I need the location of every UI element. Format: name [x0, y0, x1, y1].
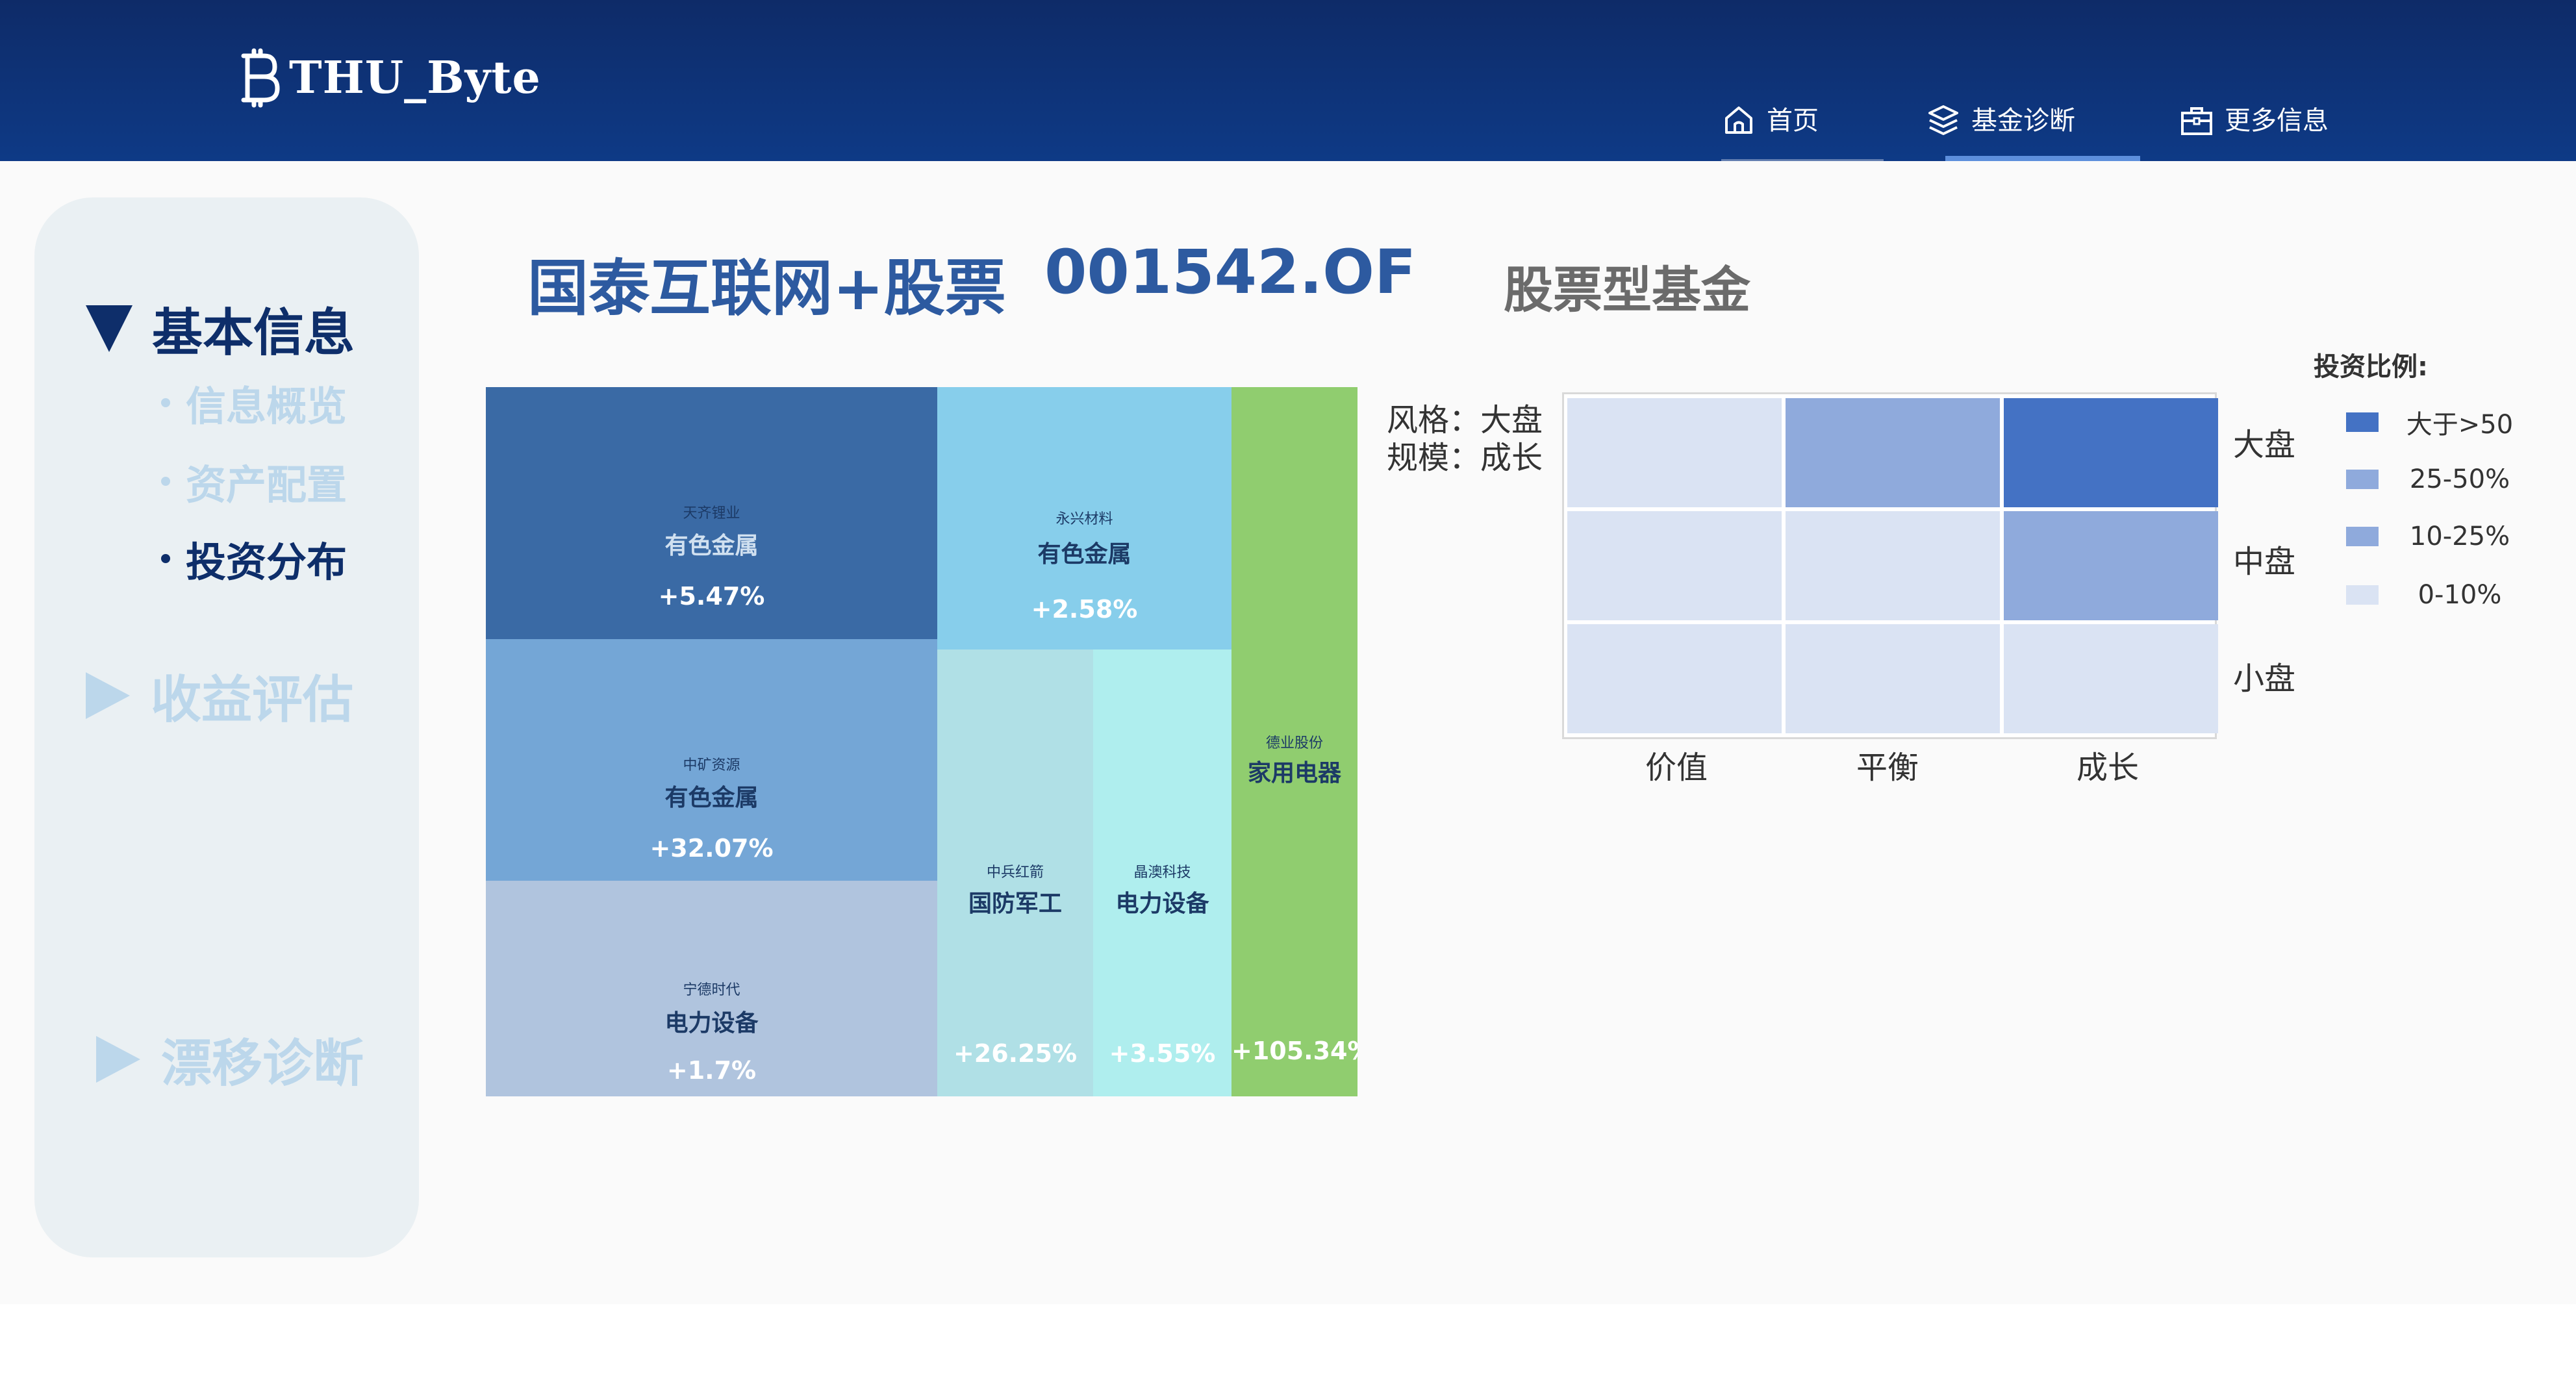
sidebar-section-label: 漂移诊断	[161, 1035, 364, 1093]
legend-label: 0-10%	[2418, 580, 2502, 610]
legend-label: 10-25%	[2409, 522, 2510, 551]
main-nav: 首页 基金诊断 更多信息	[0, 97, 2576, 161]
treemap-industry: 国防军工	[968, 890, 1062, 917]
fund-type: 股票型基金	[1504, 261, 1750, 319]
scale-label: 规模：成长	[1387, 440, 1543, 476]
treemap-company: 宁德时代	[683, 982, 740, 998]
treemap-industry: 电力设备	[1115, 890, 1209, 917]
sidebar-section-return-evaluation[interactable]: 收益评估	[86, 659, 353, 732]
holdings-treemap: 天齐锂业 有色金属 +5.47% 中矿资源 有色金属 +32.07% 宁德时代 电力设备 +1.…	[486, 387, 1357, 1096]
heatmap-col-label: 成长	[2077, 750, 2140, 786]
fund-code: 001542.OF	[1044, 237, 1417, 308]
treemap-company: 天齐锂业	[683, 505, 740, 522]
bullet-dot	[161, 477, 170, 486]
style-summary: 风格：大盘 规模：成长	[1387, 401, 1543, 477]
nav-more-info[interactable]: 更多信息	[2179, 97, 2368, 161]
legend-swatch	[2346, 470, 2379, 489]
legend-swatch	[2346, 412, 2379, 432]
legend-label: 25-50%	[2409, 464, 2510, 494]
legend-item: 大于>50	[2346, 407, 2515, 440]
treemap-cell[interactable]: 天齐锂业有色金属 +5.47%	[486, 387, 937, 639]
legend-label: 大于>50	[2406, 410, 2514, 440]
heatmap-col-label: 平衡	[1856, 750, 1919, 786]
nav-home-label: 首页	[1767, 106, 1819, 136]
heatmap-cell	[1786, 398, 2000, 507]
style-label: 风格：大盘	[1387, 402, 1543, 438]
nav-more-label: 更多信息	[2225, 106, 2329, 136]
treemap-company: 中兵红箭	[986, 864, 1044, 881]
treemap-change: +1.7%	[666, 1056, 757, 1085]
briefcase-icon	[2181, 107, 2212, 135]
heatmap-cell	[1567, 624, 1782, 733]
treemap-industry: 有色金属	[664, 533, 759, 559]
legend-item: 25-50%	[2346, 464, 2515, 495]
nav-home[interactable]: 首页	[1721, 97, 1884, 161]
top-header: THU_Byte 首页 基金诊断 更多信息	[0, 0, 2576, 161]
layers-icon	[1928, 105, 1958, 135]
triangle-right-icon	[86, 672, 130, 719]
heatmap-cell	[2004, 624, 2218, 733]
heatmap-row-label: 中盘	[2233, 544, 2296, 580]
logo-text: THU_Byte	[289, 52, 541, 104]
triangle-right-icon	[96, 1036, 140, 1083]
bullet-dot	[161, 554, 170, 563]
treemap-industry: 有色金属	[1037, 541, 1131, 568]
treemap-company: 永兴材料	[1055, 511, 1113, 527]
treemap-cell[interactable]: 永兴材料有色金属 +2.58%	[937, 387, 1231, 650]
legend-swatch	[2346, 527, 2379, 546]
legend-item: 0-10%	[2346, 579, 2515, 611]
treemap-cell[interactable]: 宁德时代电力设备 +1.7%	[486, 881, 937, 1096]
heatmap-row-label: 大盘	[2233, 427, 2296, 463]
sidebar-section-basic-info[interactable]: 基本信息	[86, 292, 355, 365]
treemap-change: +2.58%	[1031, 595, 1138, 624]
treemap-company: 德业股份	[1265, 735, 1323, 751]
nav-fund-label: 基金诊断	[1971, 106, 2075, 136]
treemap-cell[interactable]: 晶澳科技电力设备 +3.55%	[1093, 650, 1231, 1096]
treemap-cell[interactable]: 德业股份家用电器 +105.34%	[1231, 387, 1357, 1096]
sidebar-section-label: 收益评估	[151, 671, 354, 729]
nav-fund-diagnosis[interactable]: 基金诊断	[1926, 97, 2140, 161]
treemap-cell[interactable]: 中兵红箭国防军工 +26.25%	[937, 650, 1093, 1096]
sidebar-item-info-overview[interactable]: 信息概览	[161, 373, 347, 432]
treemap-industry: 有色金属	[664, 785, 759, 811]
bullet-dot	[161, 398, 170, 407]
treemap-industry: 电力设备	[664, 1010, 759, 1037]
treemap-change: +26.25%	[953, 1039, 1078, 1068]
sidebar-item-investment-distribution[interactable]: 投资分布	[161, 529, 347, 588]
triangle-down-icon	[86, 305, 133, 352]
treemap-change: +3.55%	[1109, 1039, 1216, 1068]
legend-swatch	[2346, 585, 2379, 605]
sidebar-item-label: 投资分布	[186, 538, 347, 586]
sidebar-item-asset-allocation[interactable]: 资产配置	[161, 452, 347, 511]
fund-name: 国泰互联网+股票	[527, 253, 1006, 324]
home-icon	[1725, 107, 1752, 134]
treemap-cell[interactable]: 中矿资源有色金属 +32.07%	[486, 639, 937, 881]
heatmap-cell	[1786, 624, 2000, 733]
heatmap-row-label: 小盘	[2233, 661, 2296, 697]
treemap-change: +5.47%	[658, 582, 765, 611]
sidebar-item-label: 资产配置	[186, 461, 347, 509]
treemap-change: +105.34%	[1231, 1037, 1357, 1065]
treemap-company: 中矿资源	[683, 757, 740, 774]
legend-title: 投资比例:	[2314, 352, 2428, 382]
sidebar-section-drift-diagnosis[interactable]: 漂移诊断	[96, 1023, 364, 1096]
treemap-company: 晶澳科技	[1133, 864, 1191, 881]
heatmap-cell	[1786, 511, 2000, 620]
heatmap-cell	[2004, 511, 2218, 620]
sidebar-section-label: 基本信息	[152, 304, 355, 362]
treemap-change: +32.07%	[650, 834, 774, 863]
heatmap-cell	[1567, 511, 1782, 620]
heatmap-cell	[1567, 398, 1782, 507]
treemap-industry: 家用电器	[1247, 760, 1341, 787]
legend-item: 10-25%	[2346, 521, 2515, 552]
sidebar-item-label: 信息概览	[186, 383, 347, 430]
heatmap-col-label: 价值	[1645, 750, 1708, 786]
style-box-heatmap	[1562, 392, 2218, 739]
heatmap-cell	[2004, 398, 2218, 507]
